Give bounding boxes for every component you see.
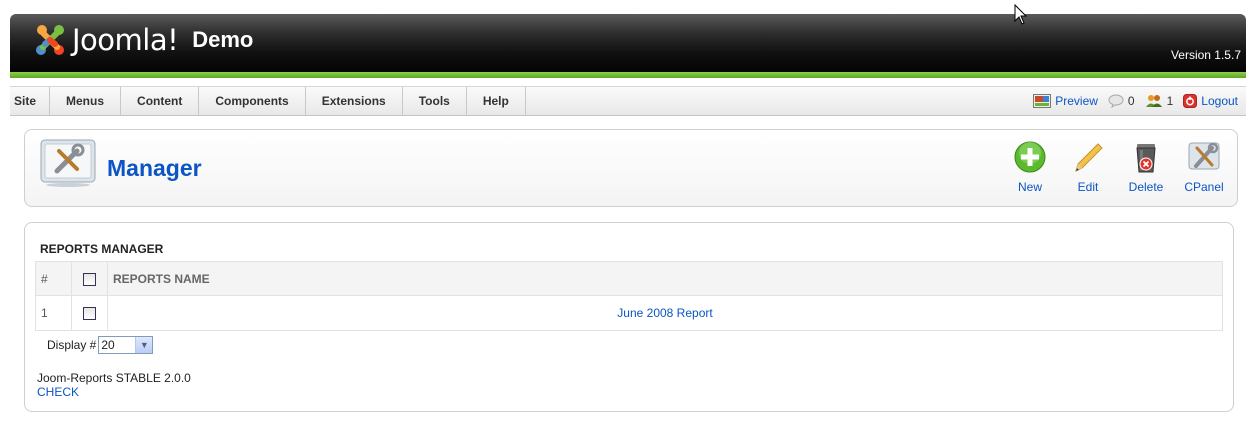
component-footer: Joom-Reports STABLE 2.0.0 CHECK xyxy=(37,371,191,399)
check-link[interactable]: CHECK xyxy=(37,385,79,399)
table-header-row: # REPORTS NAME xyxy=(35,261,1223,296)
joomla-logo-mark-icon xyxy=(32,22,68,58)
logo-text: Joomla! xyxy=(72,23,179,57)
delete-label: Delete xyxy=(1128,180,1164,194)
messages-count: 0 xyxy=(1127,94,1135,108)
menu-site[interactable]: Site xyxy=(10,87,51,115)
cpanel-button[interactable]: CPanel xyxy=(1175,140,1233,194)
logout-icon xyxy=(1183,94,1198,108)
new-button[interactable]: New xyxy=(1001,140,1059,194)
users-count: 1 xyxy=(1166,94,1174,108)
users-online-status[interactable]: 1 xyxy=(1145,94,1174,108)
select-all-checkbox[interactable] xyxy=(83,272,96,286)
toolbar-box: Manager New Edit Delete CPanel xyxy=(24,129,1238,207)
reports-manager-panel: REPORTS MANAGER # REPORTS NAME 1 June 20… xyxy=(24,222,1234,412)
column-header-number: # xyxy=(35,261,72,296)
delete-icon xyxy=(1136,144,1156,173)
edit-label: Edit xyxy=(1077,180,1099,194)
manager-tools-icon xyxy=(39,138,97,188)
table-row: 1 June 2008 Report xyxy=(35,295,1223,331)
display-label: Display # xyxy=(47,338,97,352)
preview-icon xyxy=(1033,94,1052,108)
mouse-cursor-icon xyxy=(1014,3,1028,29)
site-name: Demo xyxy=(192,27,254,52)
logout-link[interactable]: Logout xyxy=(1183,94,1238,108)
display-count-value: 20 xyxy=(101,338,115,352)
component-version: Joom-Reports STABLE 2.0.0 xyxy=(37,371,191,385)
menu-help[interactable]: Help xyxy=(467,87,526,115)
version-label: Version 1.5.7 xyxy=(1170,48,1241,62)
cpanel-icon xyxy=(1188,142,1220,170)
main-menubar: Site Menus Content Components Extensions… xyxy=(10,86,1246,116)
delete-button[interactable]: Delete xyxy=(1117,140,1175,194)
toolbar-buttons: New Edit Delete CPanel xyxy=(1001,140,1233,194)
menu-tools[interactable]: Tools xyxy=(403,87,467,115)
joomla-logo: Joomla! Demo xyxy=(32,22,253,58)
status-bar: Preview 0 1 Logout xyxy=(1033,87,1238,115)
edit-button[interactable]: Edit xyxy=(1059,140,1117,194)
menu-content[interactable]: Content xyxy=(121,87,200,115)
display-count-select[interactable]: 20 ▼ xyxy=(98,336,154,354)
preview-link[interactable]: Preview xyxy=(1033,94,1098,108)
new-label: New xyxy=(1017,180,1042,194)
report-name-link[interactable]: June 2008 Report xyxy=(617,306,712,320)
menu-components[interactable]: Components xyxy=(199,87,306,115)
report-name-cell: June 2008 Report xyxy=(107,295,1223,331)
menu-extensions[interactable]: Extensions xyxy=(306,87,403,115)
reports-table: # REPORTS NAME 1 June 2008 Report xyxy=(35,261,1223,331)
page-title: Manager xyxy=(107,155,202,181)
row-checkbox-cell xyxy=(71,295,108,331)
row-number: 1 xyxy=(35,295,72,331)
cpanel-label: CPanel xyxy=(1184,180,1224,194)
site-header: Joomla! Demo Version 1.5.7 xyxy=(10,14,1246,78)
column-header-reports-name[interactable]: REPORTS NAME xyxy=(107,261,1223,296)
menu-menus[interactable]: Menus xyxy=(50,87,122,115)
row-checkbox[interactable] xyxy=(83,307,96,321)
messages-icon xyxy=(1108,94,1124,108)
display-count-control: Display # 20 ▼ xyxy=(47,336,154,354)
edit-icon xyxy=(1075,143,1103,172)
column-header-checkbox xyxy=(71,261,108,296)
header-accent-bar xyxy=(10,72,1246,78)
chevron-down-icon: ▼ xyxy=(135,337,153,353)
logout-label: Logout xyxy=(1201,94,1238,108)
messages-status[interactable]: 0 xyxy=(1108,94,1135,108)
users-icon xyxy=(1145,95,1162,107)
preview-label: Preview xyxy=(1055,94,1098,108)
new-icon xyxy=(1014,141,1046,173)
section-title: REPORTS MANAGER xyxy=(40,242,164,256)
